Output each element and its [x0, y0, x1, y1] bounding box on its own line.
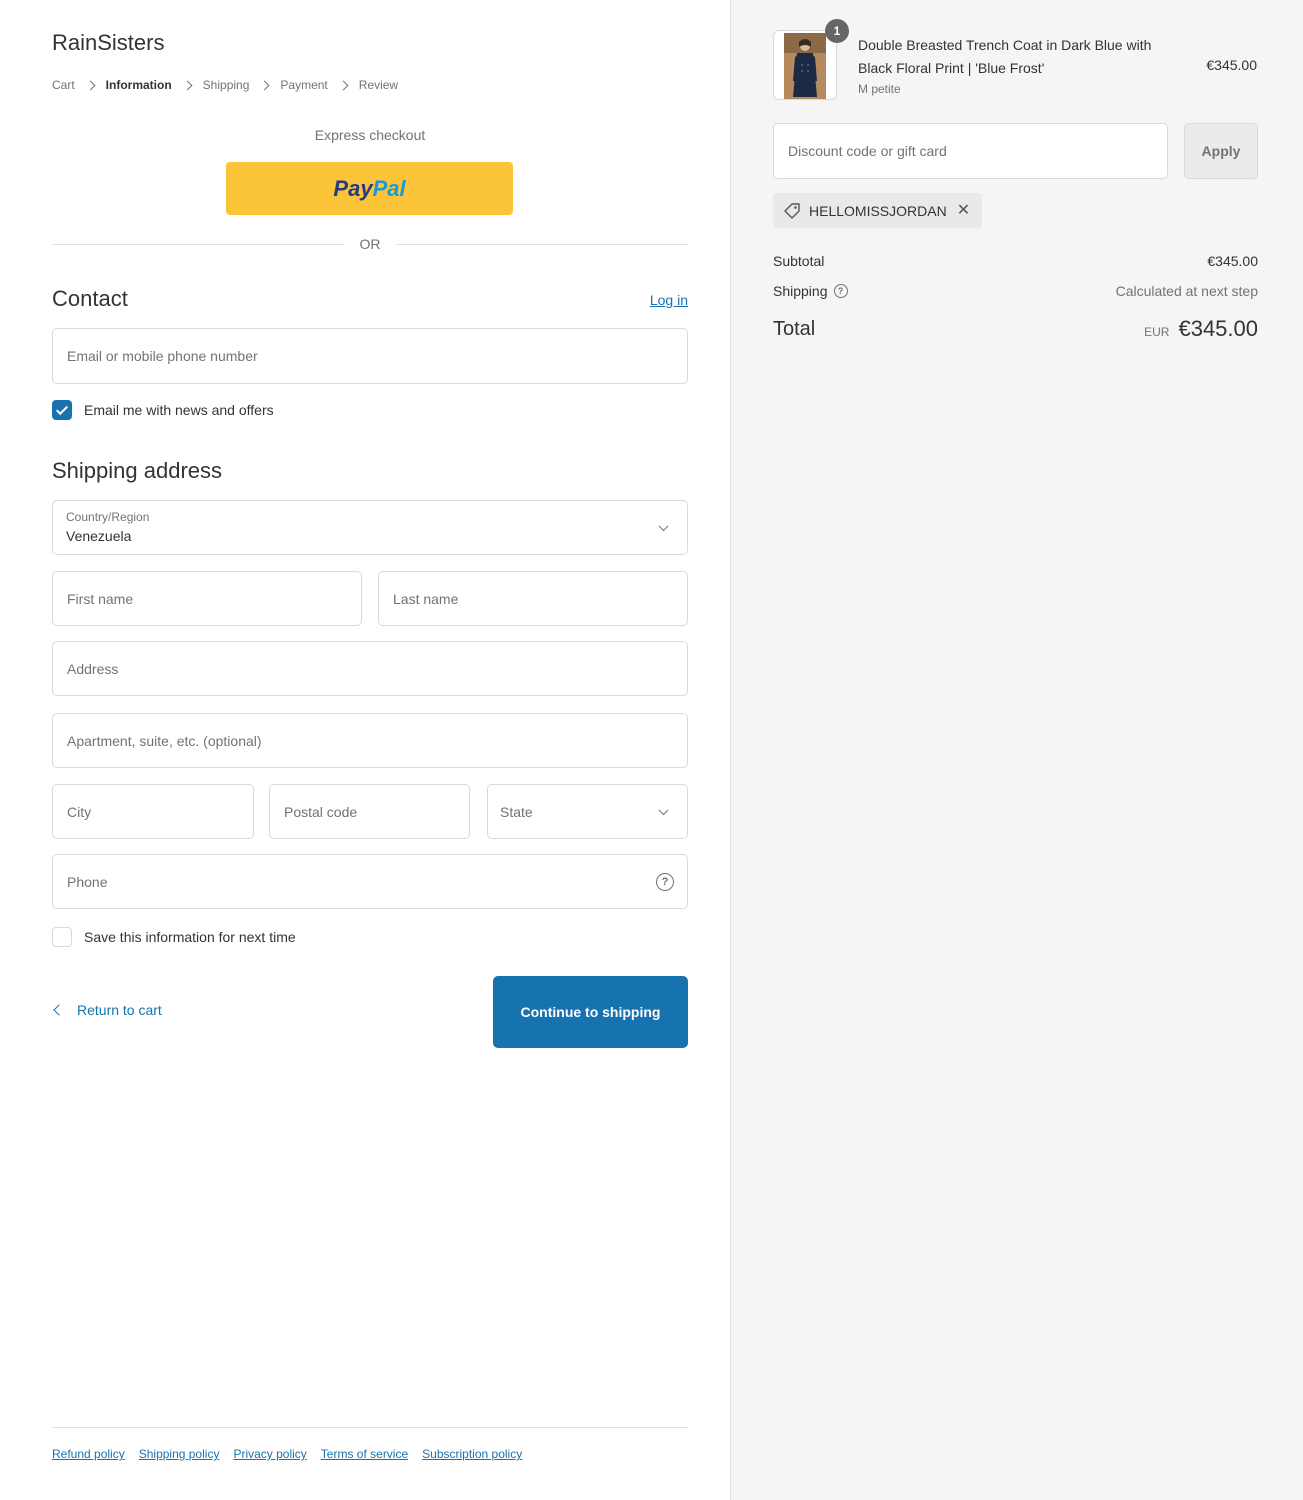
footer-policy-links: Refund policy Shipping policy Privacy po… [52, 1447, 536, 1461]
chevron-left-icon [53, 1004, 65, 1016]
country-value: Venezuela [66, 528, 132, 544]
continue-to-shipping-button[interactable]: Continue to shipping [493, 976, 688, 1048]
newsletter-checkbox-row[interactable]: Email me with news and offers [52, 400, 274, 420]
product-thumbnail: 1 [773, 19, 849, 100]
chevron-right-icon [259, 80, 270, 90]
breadcrumb-payment: Payment [280, 78, 328, 92]
phone-field[interactable]: ? [52, 854, 688, 909]
help-icon[interactable]: ? [656, 872, 674, 891]
address-input[interactable] [53, 642, 687, 695]
chevron-down-icon [658, 804, 669, 815]
product-price: €345.00 [1206, 57, 1257, 73]
tag-icon [784, 202, 800, 219]
close-icon[interactable]: ✕ [957, 202, 970, 219]
terms-of-service-link[interactable]: Terms of service [321, 1447, 408, 1461]
save-info-label: Save this information for next time [84, 929, 296, 945]
postal-code-field[interactable] [269, 784, 470, 839]
last-name-input[interactable] [379, 572, 687, 625]
breadcrumb-shipping: Shipping [202, 78, 250, 92]
product-image [784, 33, 826, 99]
quantity-badge: 1 [825, 19, 849, 43]
breadcrumb-information: Information [105, 78, 172, 92]
shipping-label: Shipping [773, 283, 828, 299]
email-input[interactable] [53, 329, 687, 383]
country-select[interactable]: Country/Region Venezuela [52, 500, 688, 555]
newsletter-label: Email me with news and offers [84, 402, 274, 418]
privacy-policy-link[interactable]: Privacy policy [233, 1447, 306, 1461]
breadcrumb: Cart Information Shipping Payment Review [52, 78, 398, 92]
subtotal-value: €345.00 [1207, 253, 1258, 269]
state-placeholder: State [500, 803, 533, 820]
paypal-logo-part2: Pal [372, 175, 406, 201]
city-field[interactable] [52, 784, 254, 839]
last-name-field[interactable] [378, 571, 688, 626]
shipping-value: Calculated at next step [1115, 283, 1258, 299]
return-to-cart-label: Return to cart [77, 1002, 162, 1018]
shipping-label-group: Shipping ? [773, 283, 848, 299]
store-name[interactable]: RainSisters [52, 30, 164, 56]
apartment-field[interactable] [52, 713, 688, 768]
total-currency: EUR [1144, 325, 1170, 339]
apartment-input[interactable] [53, 714, 687, 767]
shipping-address-title: Shipping address [52, 458, 223, 483]
discount-input[interactable] [774, 124, 1167, 178]
shipping-policy-link[interactable]: Shipping policy [139, 1447, 220, 1461]
footer-divider [52, 1427, 688, 1428]
first-name-field[interactable] [52, 571, 362, 626]
total-value: €345.00 [1178, 316, 1258, 341]
divider-line [52, 243, 344, 245]
chevron-down-icon [658, 520, 669, 531]
postal-code-input[interactable] [270, 785, 469, 838]
shipping-row: Shipping ? Calculated at next step [773, 283, 1258, 299]
total-group: EUR €345.00 [1144, 316, 1258, 342]
or-text: OR [359, 236, 381, 252]
applied-discount-tag: HELLOMISSJORDAN ✕ [773, 193, 983, 228]
refund-policy-link[interactable]: Refund policy [52, 1447, 125, 1461]
apply-discount-button[interactable]: Apply [1184, 123, 1258, 179]
check-icon [55, 402, 69, 415]
country-label: Country/Region [66, 510, 150, 524]
save-info-checkbox[interactable] [52, 927, 72, 947]
product-name: Double Breasted Trench Coat in Dark Blue… [858, 37, 1152, 76]
chevron-right-icon [182, 80, 193, 90]
breadcrumb-cart[interactable]: Cart [52, 78, 75, 92]
contact-title: Contact [52, 286, 128, 311]
help-icon[interactable]: ? [833, 284, 848, 298]
return-to-cart-link[interactable]: Return to cart [52, 1002, 162, 1018]
chevron-right-icon [85, 80, 96, 90]
newsletter-checkbox[interactable] [52, 400, 72, 420]
breadcrumb-review: Review [358, 78, 399, 92]
email-field[interactable] [52, 328, 688, 384]
first-name-input[interactable] [53, 572, 361, 625]
subtotal-label: Subtotal [773, 253, 825, 269]
applied-discount-code: HELLOMISSJORDAN [809, 202, 947, 219]
total-label: Total [773, 317, 816, 340]
express-checkout-label: Express checkout [314, 127, 426, 143]
chevron-right-icon [338, 80, 349, 90]
city-input[interactable] [53, 785, 253, 838]
phone-input[interactable] [53, 855, 687, 908]
or-divider: OR [52, 236, 688, 252]
address-field[interactable] [52, 641, 688, 696]
state-select[interactable]: State [487, 784, 688, 839]
paypal-button[interactable]: Pay Pal [226, 162, 513, 215]
save-info-checkbox-row[interactable]: Save this information for next time [52, 927, 296, 947]
total-row: Total EUR €345.00 [773, 316, 1258, 342]
divider-line [396, 243, 688, 245]
checkout-main: RainSisters Cart Information Shipping Pa… [0, 0, 730, 1500]
login-link[interactable]: Log in [650, 292, 688, 308]
subtotal-row: Subtotal €345.00 [773, 253, 1258, 269]
product-variant: M petite [858, 82, 901, 96]
discount-field[interactable] [773, 123, 1168, 179]
order-summary: 1 Double Breasted Trench Coat in Dark Bl… [730, 0, 1303, 1500]
subscription-policy-link[interactable]: Subscription policy [422, 1447, 522, 1461]
paypal-logo-part1: Pay [333, 175, 373, 201]
